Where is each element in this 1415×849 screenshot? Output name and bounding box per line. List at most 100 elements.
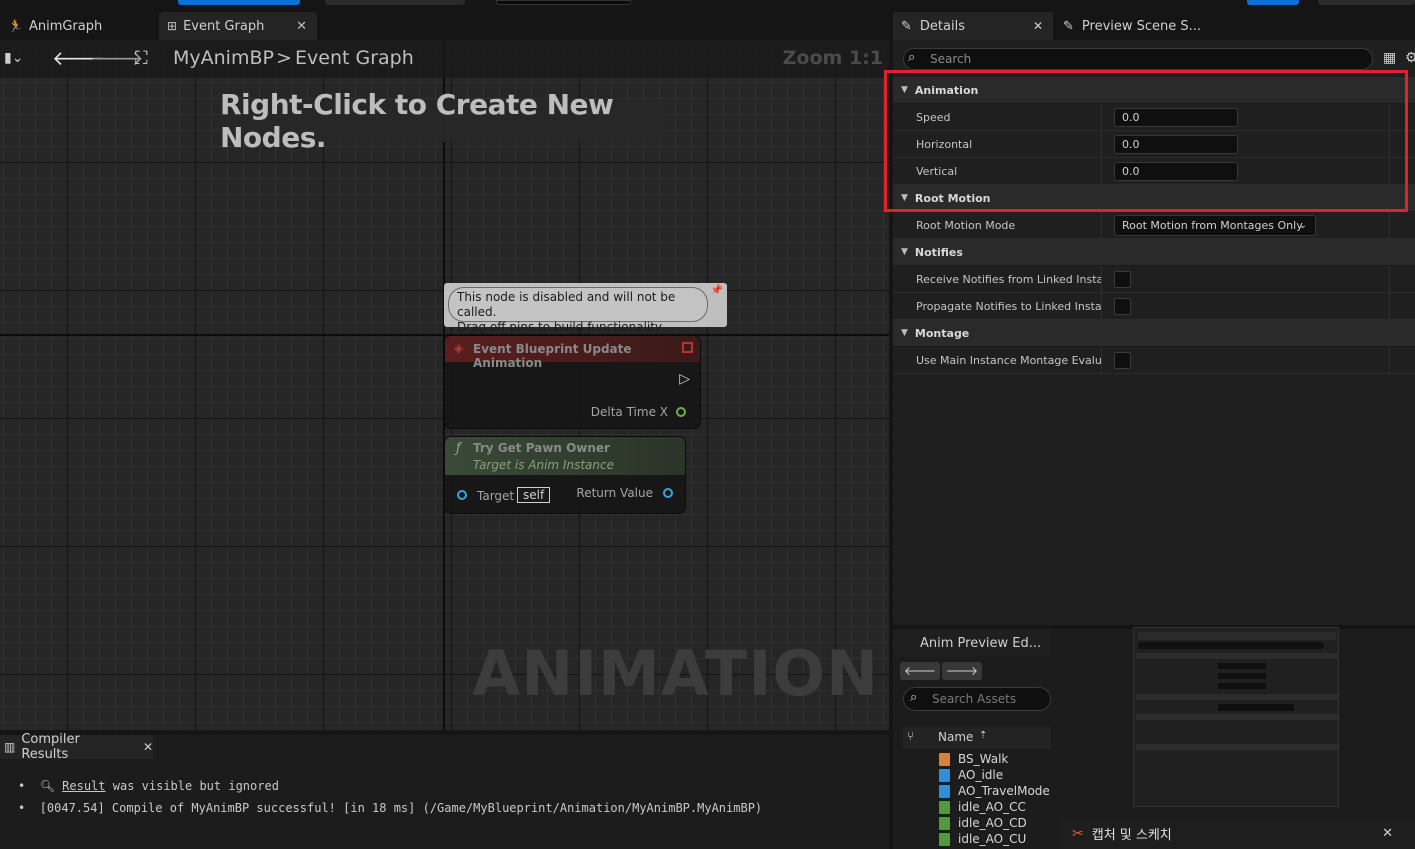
pencil-icon: ✎ bbox=[1063, 18, 1074, 34]
event-delegate-pin-icon[interactable] bbox=[682, 342, 693, 353]
return-value-label: Return Value bbox=[576, 486, 653, 500]
exec-out-pin-icon[interactable]: ▷ bbox=[679, 371, 690, 387]
close-icon[interactable]: ✕ bbox=[143, 740, 153, 754]
close-icon[interactable]: ✕ bbox=[1382, 826, 1393, 841]
tab-details[interactable]: ✎ Details ✕ bbox=[893, 12, 1053, 40]
animsequence-asset-icon bbox=[939, 833, 950, 846]
event-update-animation-node[interactable]: ◈ Event Blueprint Update Animation ▷ Del… bbox=[445, 336, 700, 428]
use-main-instance-checkbox[interactable] bbox=[1114, 352, 1131, 369]
target-self-field[interactable]: self bbox=[517, 487, 551, 503]
snip-sketch-app-icon: ✂ bbox=[1072, 825, 1084, 842]
tab-anim-preview-editor[interactable]: Anim Preview Ed... bbox=[893, 629, 1051, 657]
section-notifies[interactable]: ▼ Notifies bbox=[893, 239, 1415, 266]
root-motion-mode-dropdown[interactable]: Root Motion from Montages Only ⌄ bbox=[1114, 215, 1316, 236]
comment-text: This node is disabled and will not be ca… bbox=[448, 287, 708, 334]
column-divider bbox=[1389, 293, 1390, 320]
anim-icon: 🏃 bbox=[8, 19, 23, 33]
asset-item[interactable]: AO_idle bbox=[958, 768, 1003, 782]
node-title: Try Get Pawn Owner bbox=[473, 441, 610, 455]
node-title: Event Blueprint Update Animation bbox=[473, 342, 632, 370]
asset-item[interactable]: AO_TravelMode bbox=[958, 784, 1050, 798]
toolbar-field[interactable] bbox=[496, 0, 631, 5]
compiler-icon: ▥ bbox=[4, 740, 16, 754]
column-divider bbox=[1389, 347, 1390, 374]
snip-sketch-notification[interactable]: ✂ 캡처 및 스케치 ✕ bbox=[1060, 818, 1415, 849]
prop-label: Propagate Notifies to Linked Instan... bbox=[916, 300, 1101, 313]
column-divider bbox=[1101, 347, 1102, 374]
hierarchy-icon[interactable]: ⛶ bbox=[135, 48, 148, 69]
section-montage[interactable]: ▼ Montage bbox=[893, 320, 1415, 347]
tab-label: Details bbox=[919, 18, 965, 34]
aimoffset-asset-icon bbox=[939, 785, 950, 798]
log-line: • [0047.54] Compile of MyAnimBP successf… bbox=[18, 801, 762, 815]
back-arrow-icon[interactable]: 🡐 bbox=[900, 662, 940, 680]
close-icon[interactable]: ✕ bbox=[1033, 19, 1043, 33]
target-pin[interactable] bbox=[457, 490, 467, 500]
propagate-notifies-checkbox[interactable] bbox=[1114, 298, 1131, 315]
delta-time-pin[interactable] bbox=[676, 407, 686, 417]
document-tab-bar: 🏃 AnimGraph ⊞ Event Graph ✕ bbox=[0, 12, 893, 40]
settings-icon[interactable]: ⚙ bbox=[1405, 50, 1415, 66]
toolbar-button[interactable] bbox=[325, 0, 465, 5]
graph-hint: Right-Click to Create New Nodes. bbox=[220, 88, 665, 154]
pin-icon[interactable]: 📌 bbox=[711, 285, 723, 296]
section-label: Montage bbox=[914, 326, 970, 340]
thumbnail-section bbox=[1136, 653, 1338, 659]
sort-asc-icon: ⇡ bbox=[979, 730, 988, 741]
comment-line-2: Drag off pins to build functionality. bbox=[457, 320, 665, 334]
column-divider bbox=[1389, 212, 1390, 239]
graph-canvas[interactable]: ▮⌄ 🡐 🡒 ⛶ MyAnimBP > Event Graph Zoom 1:1… bbox=[0, 40, 889, 730]
chevron-down-icon: ⌄ bbox=[1298, 220, 1307, 231]
target-label: Target bbox=[477, 489, 515, 503]
prop-label: Receive Notifies from Linked Insta... bbox=[916, 273, 1101, 286]
node-header: ◈ Event Blueprint Update Animation bbox=[445, 336, 700, 370]
asset-item[interactable]: BS_Walk bbox=[958, 752, 1008, 766]
close-icon[interactable]: ✕ bbox=[296, 19, 307, 34]
tab-label: Compiler Results bbox=[21, 732, 80, 762]
bookmark-icon[interactable]: ▮⌄ bbox=[4, 50, 23, 66]
thumbnail-search bbox=[1138, 642, 1324, 649]
notification-title: 캡처 및 스케치 bbox=[1091, 828, 1172, 843]
breadcrumb-separator: > bbox=[276, 47, 292, 69]
prop-row-use-main-instance: Use Main Instance Montage Evalua... bbox=[893, 347, 1415, 374]
asset-item[interactable]: idle_AO_CD bbox=[958, 816, 1027, 830]
graph-type-watermark: ANIMATION bbox=[472, 637, 879, 710]
thumbnail-section bbox=[1136, 694, 1338, 700]
receive-notifies-checkbox[interactable] bbox=[1114, 271, 1131, 288]
search-assets-input[interactable]: Search Assets bbox=[903, 687, 1051, 711]
comment-line-1: This node is disabled and will not be ca… bbox=[457, 290, 676, 319]
details-search-input[interactable]: Search bbox=[903, 48, 1373, 70]
result-link[interactable]: Result bbox=[62, 779, 105, 793]
highlight-annotation-box bbox=[884, 70, 1408, 212]
tab-event-graph[interactable]: ⊞ Event Graph ✕ bbox=[159, 12, 317, 40]
tab-preview-scene-settings[interactable]: ✎ Preview Scene S... bbox=[1055, 12, 1215, 40]
breadcrumb-current[interactable]: Event Graph bbox=[295, 47, 414, 69]
tab-compiler-results[interactable]: ▥ Compiler Results ✕ bbox=[0, 732, 153, 762]
node-header: ƒ Try Get Pawn Owner Target is Anim Inst… bbox=[445, 437, 685, 475]
breadcrumb-root[interactable]: MyAnimBP bbox=[173, 47, 274, 69]
dropdown-value: Root Motion from Montages Only bbox=[1122, 219, 1303, 232]
toolbar-button-play[interactable] bbox=[1247, 0, 1299, 5]
asset-item[interactable]: idle_AO_CC bbox=[958, 800, 1026, 814]
prop-label: Root Motion Mode bbox=[916, 219, 1016, 232]
event-diamond-icon: ◈ bbox=[454, 341, 464, 355]
prop-row-propagate-notifies: Propagate Notifies to Linked Instan... bbox=[893, 293, 1415, 320]
tab-label: Event Graph bbox=[183, 18, 265, 34]
function-icon: ƒ bbox=[456, 441, 461, 456]
graph-toolbar: ▮⌄ 🡐 🡒 ⛶ MyAnimBP > Event Graph Zoom 1:1 bbox=[0, 40, 889, 78]
branch-icon[interactable]: ⑂ bbox=[907, 729, 914, 743]
log-text: was visible but ignored bbox=[112, 779, 279, 793]
table-view-icon[interactable]: ▦ bbox=[1383, 50, 1396, 66]
return-value-pin[interactable] bbox=[663, 488, 673, 498]
name-column-header[interactable]: Name bbox=[938, 730, 973, 744]
toolbar-button[interactable] bbox=[1318, 0, 1415, 5]
tab-animgraph[interactable]: 🏃 AnimGraph bbox=[0, 12, 155, 40]
toolbar-button-primary[interactable] bbox=[178, 0, 300, 5]
forward-arrow-icon[interactable]: 🡒 bbox=[942, 662, 982, 680]
animsequence-asset-icon bbox=[939, 801, 950, 814]
pencil-icon: ✎ bbox=[901, 18, 912, 34]
section-label: Notifies bbox=[914, 245, 963, 259]
try-get-pawn-owner-node[interactable]: ƒ Try Get Pawn Owner Target is Anim Inst… bbox=[445, 437, 685, 513]
graph-icon: ⊞ bbox=[167, 19, 178, 33]
asset-item[interactable]: idle_AO_CU bbox=[958, 832, 1026, 846]
